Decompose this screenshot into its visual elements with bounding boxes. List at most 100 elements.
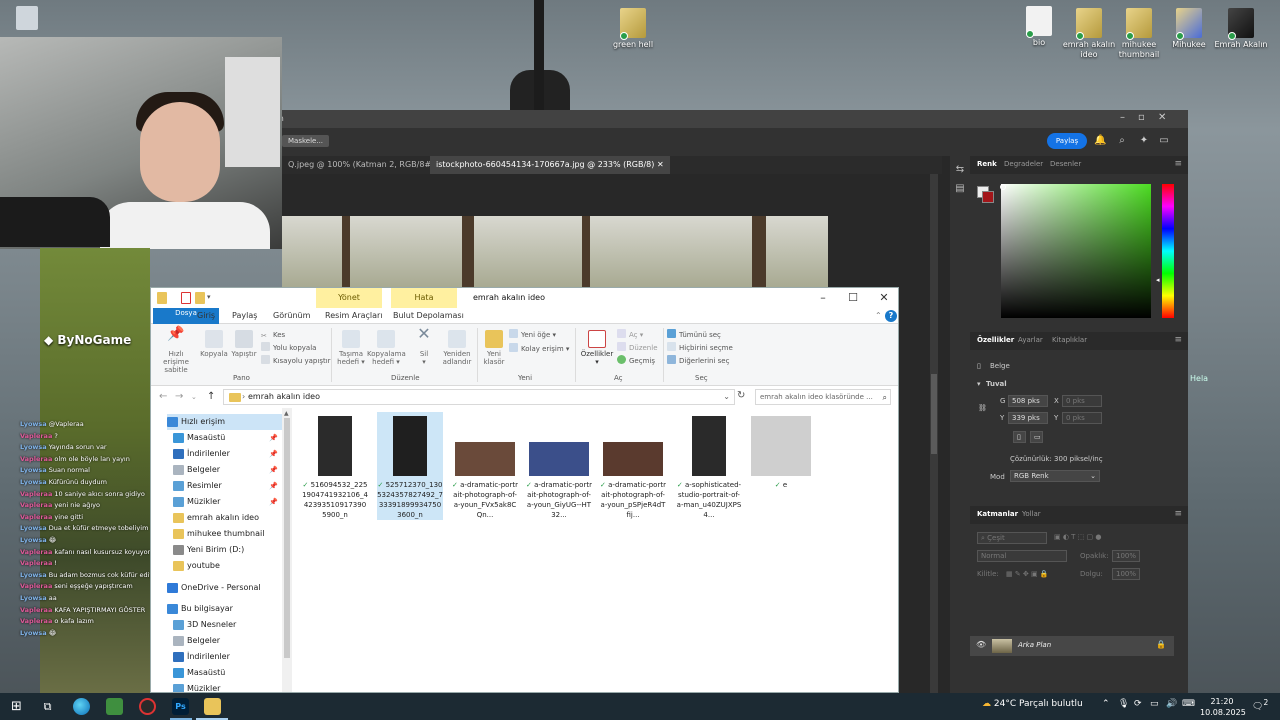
link-icon[interactable]: ⛓ [978,404,987,412]
refresh-icon[interactable]: ↻ [737,390,745,401]
file-item[interactable]: ✓ 516094532_2251904741932106_44239351091… [302,412,368,520]
rename-button[interactable]: Yeniden adlandır [441,330,473,366]
file-item[interactable]: ✓ 525712370_1305324357827492_73339189993… [377,412,443,520]
context-tab-manage[interactable]: Yönet [316,288,382,308]
minimize-icon[interactable]: – [1120,112,1125,123]
nav-item[interactable]: 3D Nesneler [173,617,282,633]
context-tab-error[interactable]: Hata [391,288,457,308]
nav-item[interactable]: Müzikler 📌 [173,494,282,510]
fill-input[interactable]: 100% [1112,568,1140,580]
background-color-swatch[interactable] [982,191,994,203]
lock-icons[interactable]: ▦ ✎ ✥ ▣ 🔒 [1006,570,1049,578]
tab-color[interactable]: Renk [977,160,997,168]
address-dropdown-icon[interactable]: ⌄ [723,390,730,404]
close-button[interactable]: ✕ [877,291,891,304]
tab-gradients[interactable]: Degradeler [1004,160,1043,168]
nav-item[interactable]: mihukee thumbnail [173,526,282,542]
keyboard-icon[interactable]: ⌨ [1182,699,1195,709]
easy-access-button[interactable]: Kolay erişim ▾ [509,343,569,355]
file-item[interactable]: ✓ e [748,412,814,490]
help-icon[interactable]: ? [885,310,897,322]
history-icon[interactable]: ⇆ [950,164,970,175]
color-picker-cursor[interactable] [1000,184,1006,190]
workspace-icon[interactable]: ▭ [1158,135,1170,147]
sync-icon[interactable]: ⟳ [1134,699,1142,709]
share-button[interactable]: Paylaş [1047,133,1087,149]
desktop-icon-bio[interactable]: bio [1012,6,1066,48]
pin-icon[interactable]: 📌 [269,478,278,494]
desktop-icon-emrah-akalin[interactable]: Emrah Akalın [1214,8,1268,50]
nav-item[interactable]: Masaüstü [173,665,282,681]
task-view-icon[interactable]: ⧉ [39,698,56,715]
pin-icon[interactable]: 📌 [269,446,278,462]
microphone-icon[interactable]: 🎙 [1118,699,1129,709]
nav-item[interactable]: Bu bilgisayar [167,601,282,617]
edge-browser-icon[interactable] [73,698,90,715]
color-picker-field[interactable] [1001,184,1151,318]
copy-to-button[interactable]: Kopyalama hedefi ▾ [367,330,406,366]
nav-item[interactable]: Müzikler [173,681,282,692]
tab-paths[interactable]: Yollar [1022,510,1041,518]
search-input[interactable]: emrah akalın ideo klasöründe ... ⌕ [755,389,891,405]
up-arrow-icon[interactable]: ↑ [207,391,215,402]
new-item-button[interactable]: Yeni öğe ▾ [509,329,556,341]
navigation-scrollbar[interactable]: ▲ [282,408,292,692]
nav-item[interactable]: youtube [173,558,282,574]
address-bar[interactable]: › emrah akalın ideo ⌄ [223,389,735,405]
landscape-orientation-icon[interactable]: ▭ [1030,431,1043,443]
photoshop-icon[interactable]: Ps [172,698,189,715]
edit-button[interactable]: Düzenle [617,342,658,354]
tab-patterns[interactable]: Desenler [1050,160,1081,168]
tab-adjustments[interactable]: Ayarlar [1018,336,1043,344]
new-folder-quick-icon[interactable] [195,292,205,304]
x-input[interactable]: 0 pks [1062,395,1102,407]
network-icon[interactable]: ▭ [1150,699,1159,709]
nav-item[interactable]: Yeni Birim (D:) [173,542,282,558]
comment-icon[interactable]: ▤ [950,183,970,194]
opacity-input[interactable]: 100% [1112,550,1140,562]
hue-slider-marker[interactable]: ◂ [1156,276,1160,284]
recycle-bin-icon[interactable] [0,6,54,32]
minimize-button[interactable]: – [816,291,830,304]
tab-cloud-storage[interactable]: Bulut Depolaması [387,308,470,324]
quick-access-dropdown-icon[interactable]: ▾ [207,293,217,305]
recent-chevron-icon[interactable]: ⌄ [191,393,197,401]
desktop-icon-mihukee[interactable]: Mihukee [1162,8,1216,50]
volume-icon[interactable]: 🔊 [1166,699,1177,709]
back-arrow-icon[interactable]: ← [159,391,167,402]
windows-start-icon[interactable]: ⊞ [8,698,25,715]
nav-item[interactable]: Belgeler [173,633,282,649]
pin-icon[interactable]: 📌 [269,430,278,446]
lightbulb-icon[interactable]: ✦ [1138,135,1150,147]
mask-button[interactable]: Maskele... [282,135,330,147]
layer-row-background[interactable]: 👁 Arka Plan 🔒 [970,636,1174,656]
weather-widget[interactable]: ☁ 24°C Parçalı bulutlu [982,699,1083,709]
file-item[interactable]: ✓ a-sophisticated-studio-portrait-of-a-m… [676,412,742,520]
paste-shortcut-button[interactable]: Kısayolu yapıştır [261,355,331,367]
hue-slider[interactable] [1162,184,1174,318]
canvas-scrollbar[interactable] [930,174,938,694]
tab-libraries[interactable]: Kitaplıklar [1052,336,1087,344]
tab-share[interactable]: Paylaş [226,308,263,324]
eye-icon[interactable]: 👁 [976,640,986,649]
paste-button[interactable]: Yapıştır [229,330,259,358]
forward-arrow-icon[interactable]: → [175,391,183,402]
notification-icon[interactable]: 🗨2 [1252,698,1268,712]
collapse-chevron-icon[interactable]: ▾ [977,380,981,388]
open-button[interactable]: Aç ▾ [617,329,643,341]
green-app-icon[interactable] [106,698,123,715]
panel-menu-icon[interactable]: ≡ [1174,509,1182,519]
tab-picture-tools[interactable]: Resim Araçları [319,308,389,324]
bell-icon[interactable]: 🔔 [1094,135,1106,147]
tab-document-2[interactable]: istockphoto-660454134-170667a.jpg @ 233%… [430,156,670,174]
desktop-icon-green-hell[interactable]: green hell [606,8,660,50]
cut-button[interactable]: ✂ Kes [261,329,285,341]
tab-properties[interactable]: Özellikler [977,336,1014,344]
portrait-orientation-icon[interactable]: ▯ [1013,431,1026,443]
nav-item[interactable]: Resimler 📌 [173,478,282,494]
tab-layers[interactable]: Katmanlar [977,510,1018,518]
properties-button[interactable]: Özellikler ▾ [579,330,615,366]
nav-item[interactable]: OneDrive - Personal [167,580,282,596]
height-input[interactable]: 339 pks [1008,412,1048,424]
maximize-button[interactable]: ☐ [846,291,860,304]
